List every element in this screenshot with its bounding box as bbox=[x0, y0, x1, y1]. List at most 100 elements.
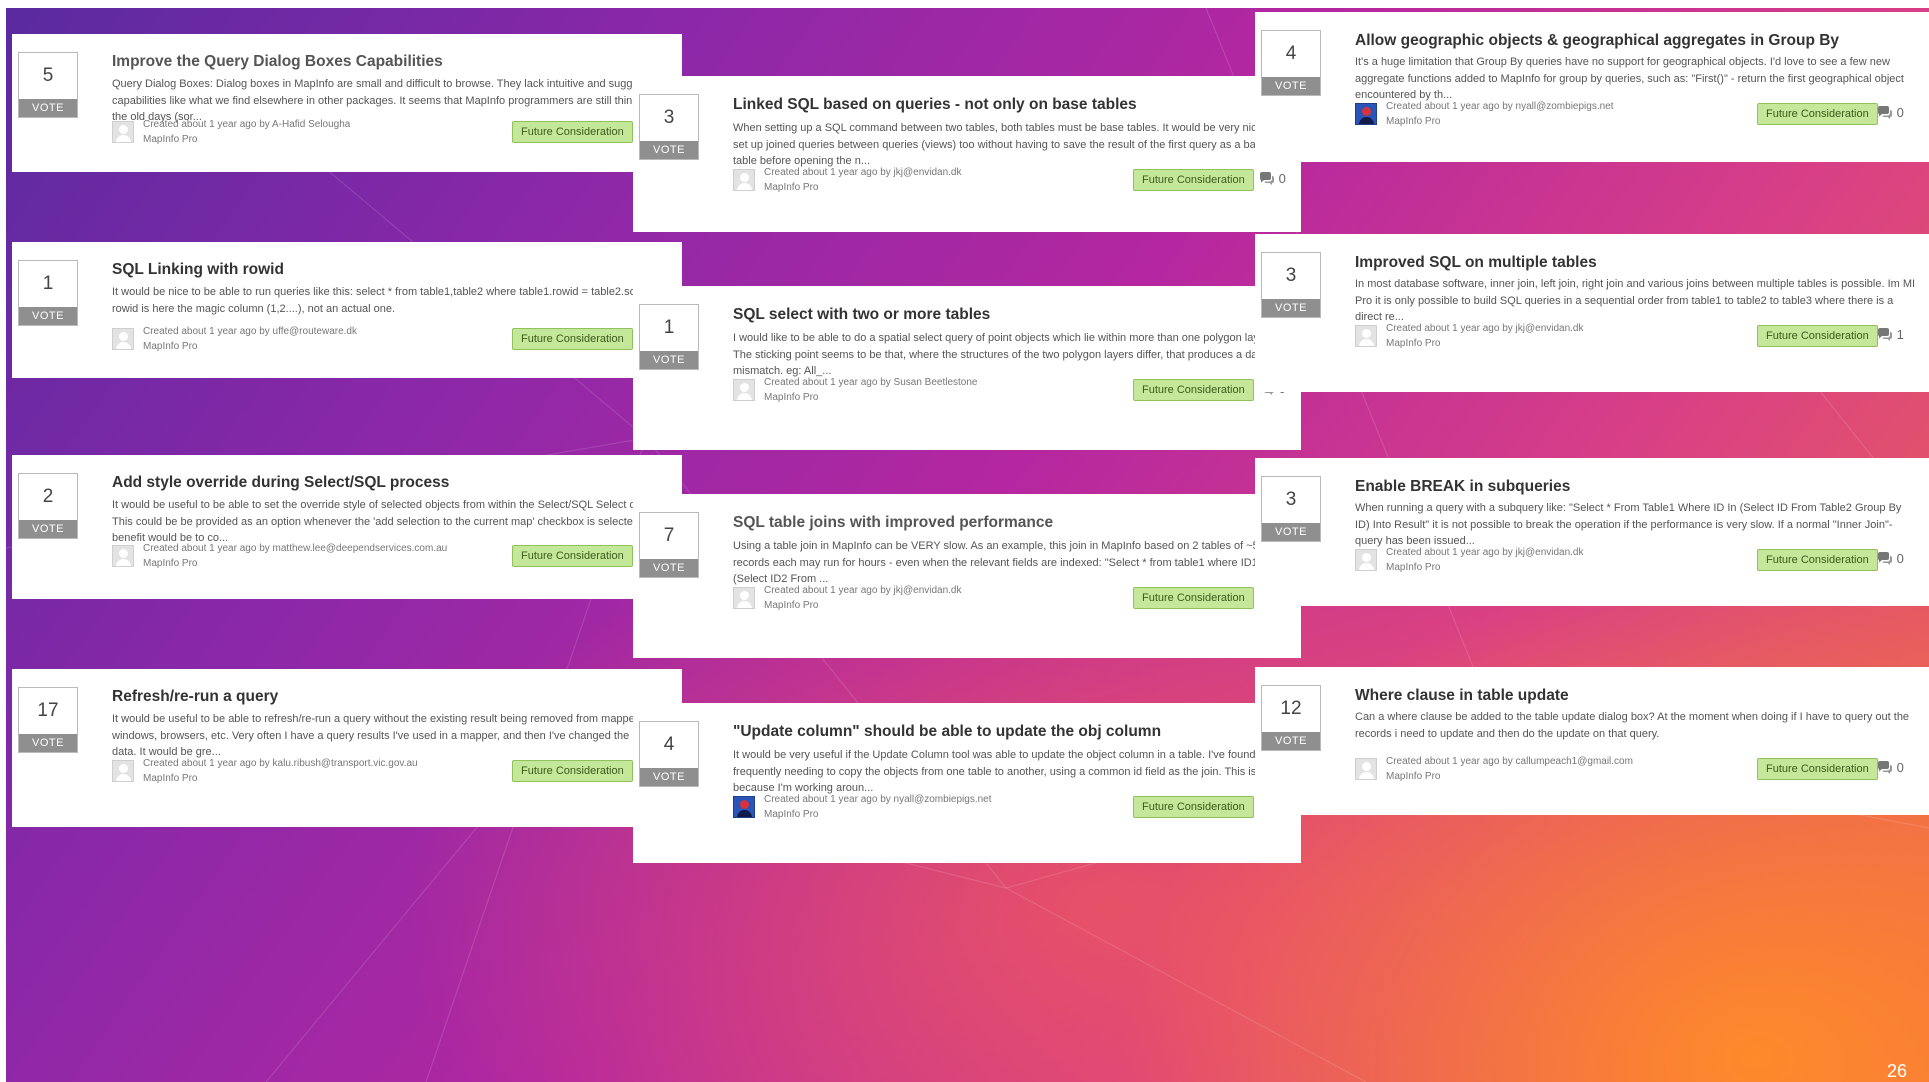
idea-description: I would like to be able to do a spatial … bbox=[733, 332, 1272, 377]
vote-button[interactable]: 17 VOTE bbox=[18, 687, 78, 753]
idea-card[interactable]: 12 VOTE Where clause in table update Can… bbox=[1255, 667, 1929, 815]
idea-title[interactable]: SQL Linking with rowid bbox=[112, 261, 284, 279]
vote-button[interactable]: 1 VOTE bbox=[639, 304, 699, 370]
idea-title[interactable]: Allow geographic objects & geographical … bbox=[1355, 32, 1839, 50]
idea-card[interactable]: 4 VOTE "Update column" should be able to… bbox=[633, 703, 1301, 863]
vote-button[interactable]: 3 VOTE bbox=[639, 94, 699, 160]
comments-icon bbox=[1877, 551, 1893, 566]
idea-card[interactable]: 2 VOTE Add style override during Select/… bbox=[12, 455, 682, 599]
vote-button[interactable]: 3 VOTE bbox=[1261, 476, 1321, 542]
person-icon bbox=[733, 169, 755, 191]
comments-number: 0 bbox=[1896, 105, 1904, 120]
status-badge: Future Consideration bbox=[1757, 325, 1878, 347]
idea-title[interactable]: Refresh/re-run a query bbox=[112, 688, 278, 706]
idea-title[interactable]: Enable BREAK in subqueries bbox=[1355, 478, 1570, 496]
product-name: MapInfo Pro bbox=[143, 773, 198, 784]
status-badge: Future Consideration bbox=[1133, 169, 1254, 191]
product-name: MapInfo Pro bbox=[1386, 116, 1441, 127]
status-badge: Future Consideration bbox=[1133, 587, 1254, 609]
product-name: MapInfo Pro bbox=[764, 182, 819, 193]
product-name: MapInfo Pro bbox=[143, 558, 198, 569]
comments-count[interactable]: 0 bbox=[1877, 549, 1904, 569]
vote-button[interactable]: 3 VOTE bbox=[1261, 252, 1321, 318]
status-badge: Future Consideration bbox=[1757, 103, 1878, 125]
vote-label: VOTE bbox=[19, 520, 77, 538]
vote-label: VOTE bbox=[640, 559, 698, 577]
product-name: MapInfo Pro bbox=[1386, 562, 1441, 573]
idea-title[interactable]: Improved SQL on multiple tables bbox=[1355, 254, 1597, 272]
idea-card[interactable]: 3 VOTE Improved SQL on multiple tables I… bbox=[1255, 234, 1929, 392]
created-info: Created about 1 year ago by Susan Beetle… bbox=[764, 377, 978, 388]
created-info: Created about 1 year ago by jkj@envidan.… bbox=[1386, 323, 1584, 334]
vote-button[interactable]: 7 VOTE bbox=[639, 512, 699, 578]
vote-count: 2 bbox=[42, 486, 54, 507]
vote-label: VOTE bbox=[640, 351, 698, 369]
idea-title[interactable]: Add style override during Select/SQL pro… bbox=[112, 474, 449, 492]
idea-title[interactable]: "Update column" should be able to update… bbox=[733, 723, 1161, 741]
vote-label: VOTE bbox=[19, 99, 77, 117]
person-icon bbox=[733, 587, 755, 609]
idea-card[interactable]: 1 VOTE SQL select with two or more table… bbox=[633, 286, 1301, 450]
idea-card[interactable]: 3 VOTE Linked SQL based on queries - not… bbox=[633, 76, 1301, 232]
vote-count: 7 bbox=[663, 525, 675, 546]
idea-title[interactable]: SQL select with two or more tables bbox=[733, 306, 990, 324]
vote-count: 3 bbox=[1285, 489, 1297, 510]
vote-label: VOTE bbox=[19, 307, 77, 325]
idea-card[interactable]: 1 VOTE SQL Linking with rowid It would b… bbox=[12, 242, 682, 378]
comments-count[interactable]: 0 bbox=[1877, 758, 1904, 778]
comments-count[interactable]: 1 bbox=[1877, 325, 1904, 345]
comments-icon bbox=[1877, 760, 1893, 775]
page-number: 26 bbox=[1886, 1061, 1907, 1081]
zombie-avatar-icon bbox=[1355, 103, 1377, 125]
vote-button[interactable]: 5 VOTE bbox=[18, 52, 78, 118]
comments-icon bbox=[1259, 171, 1275, 186]
comments-number: 1 bbox=[1896, 327, 1904, 342]
created-info: Created about 1 year ago by kalu.ribush@… bbox=[143, 758, 418, 769]
vote-button[interactable]: 4 VOTE bbox=[639, 721, 699, 787]
status-badge: Future Consideration bbox=[1757, 758, 1878, 780]
product-name: MapInfo Pro bbox=[764, 392, 819, 403]
idea-description: It's a huge limitation that Group By que… bbox=[1355, 56, 1904, 101]
comments-number: 0 bbox=[1896, 760, 1904, 775]
idea-description: Using a table join in MapInfo can be VER… bbox=[733, 540, 1288, 585]
vote-count: 17 bbox=[37, 700, 59, 721]
comments-count[interactable]: 0 bbox=[1259, 169, 1286, 189]
idea-title[interactable]: Improve the Query Dialog Boxes Capabilit… bbox=[112, 53, 443, 71]
idea-card[interactable]: 3 VOTE Enable BREAK in subqueries When r… bbox=[1255, 458, 1929, 606]
status-badge: Future Consideration bbox=[1133, 379, 1254, 401]
vote-label: VOTE bbox=[19, 734, 77, 752]
idea-card[interactable]: 5 VOTE Improve the Query Dialog Boxes Ca… bbox=[12, 34, 682, 172]
vote-button[interactable]: 2 VOTE bbox=[18, 473, 78, 539]
vote-label: VOTE bbox=[1262, 299, 1320, 317]
idea-description: It would be useful to be able to refresh… bbox=[112, 713, 657, 758]
idea-description: In most database software, inner join, l… bbox=[1355, 278, 1916, 323]
idea-title[interactable]: SQL table joins with improved performanc… bbox=[733, 514, 1053, 532]
vote-button[interactable]: 1 VOTE bbox=[18, 260, 78, 326]
vote-count: 12 bbox=[1280, 698, 1302, 719]
vote-count: 1 bbox=[663, 317, 675, 338]
vote-label: VOTE bbox=[1262, 732, 1320, 750]
created-info: Created about 1 year ago by jkj@envidan.… bbox=[764, 585, 962, 596]
idea-title[interactable]: Where clause in table update bbox=[1355, 687, 1569, 705]
idea-title[interactable]: Linked SQL based on queries - not only o… bbox=[733, 96, 1137, 114]
product-name: MapInfo Pro bbox=[143, 134, 198, 145]
idea-description: It would be useful to be able to set the… bbox=[112, 499, 668, 544]
person-icon bbox=[1355, 325, 1377, 347]
created-info: Created about 1 year ago by A-Hafid Selo… bbox=[143, 119, 351, 130]
idea-card[interactable]: 7 VOTE SQL table joins with improved per… bbox=[633, 494, 1301, 658]
idea-description: When running a query with a subquery lik… bbox=[1355, 502, 1902, 547]
vote-label: VOTE bbox=[1262, 523, 1320, 541]
idea-card[interactable]: 4 VOTE Allow geographic objects & geogra… bbox=[1255, 12, 1929, 162]
vote-button[interactable]: 4 VOTE bbox=[1261, 30, 1321, 96]
idea-card[interactable]: 17 VOTE Refresh/re-run a query It would … bbox=[12, 669, 682, 827]
comments-number: 0 bbox=[1896, 551, 1904, 566]
comments-count[interactable]: 0 bbox=[1877, 103, 1904, 123]
vote-label: VOTE bbox=[640, 141, 698, 159]
status-badge: Future Consideration bbox=[512, 545, 633, 567]
idea-description: Can a where clause be added to the table… bbox=[1355, 711, 1910, 740]
vote-label: VOTE bbox=[640, 768, 698, 786]
status-badge: Future Consideration bbox=[1757, 549, 1878, 571]
created-info: Created about 1 year ago by matthew.lee@… bbox=[143, 543, 448, 554]
created-info: Created about 1 year ago by nyall@zombie… bbox=[1386, 101, 1614, 112]
vote-button[interactable]: 12 VOTE bbox=[1261, 685, 1321, 751]
